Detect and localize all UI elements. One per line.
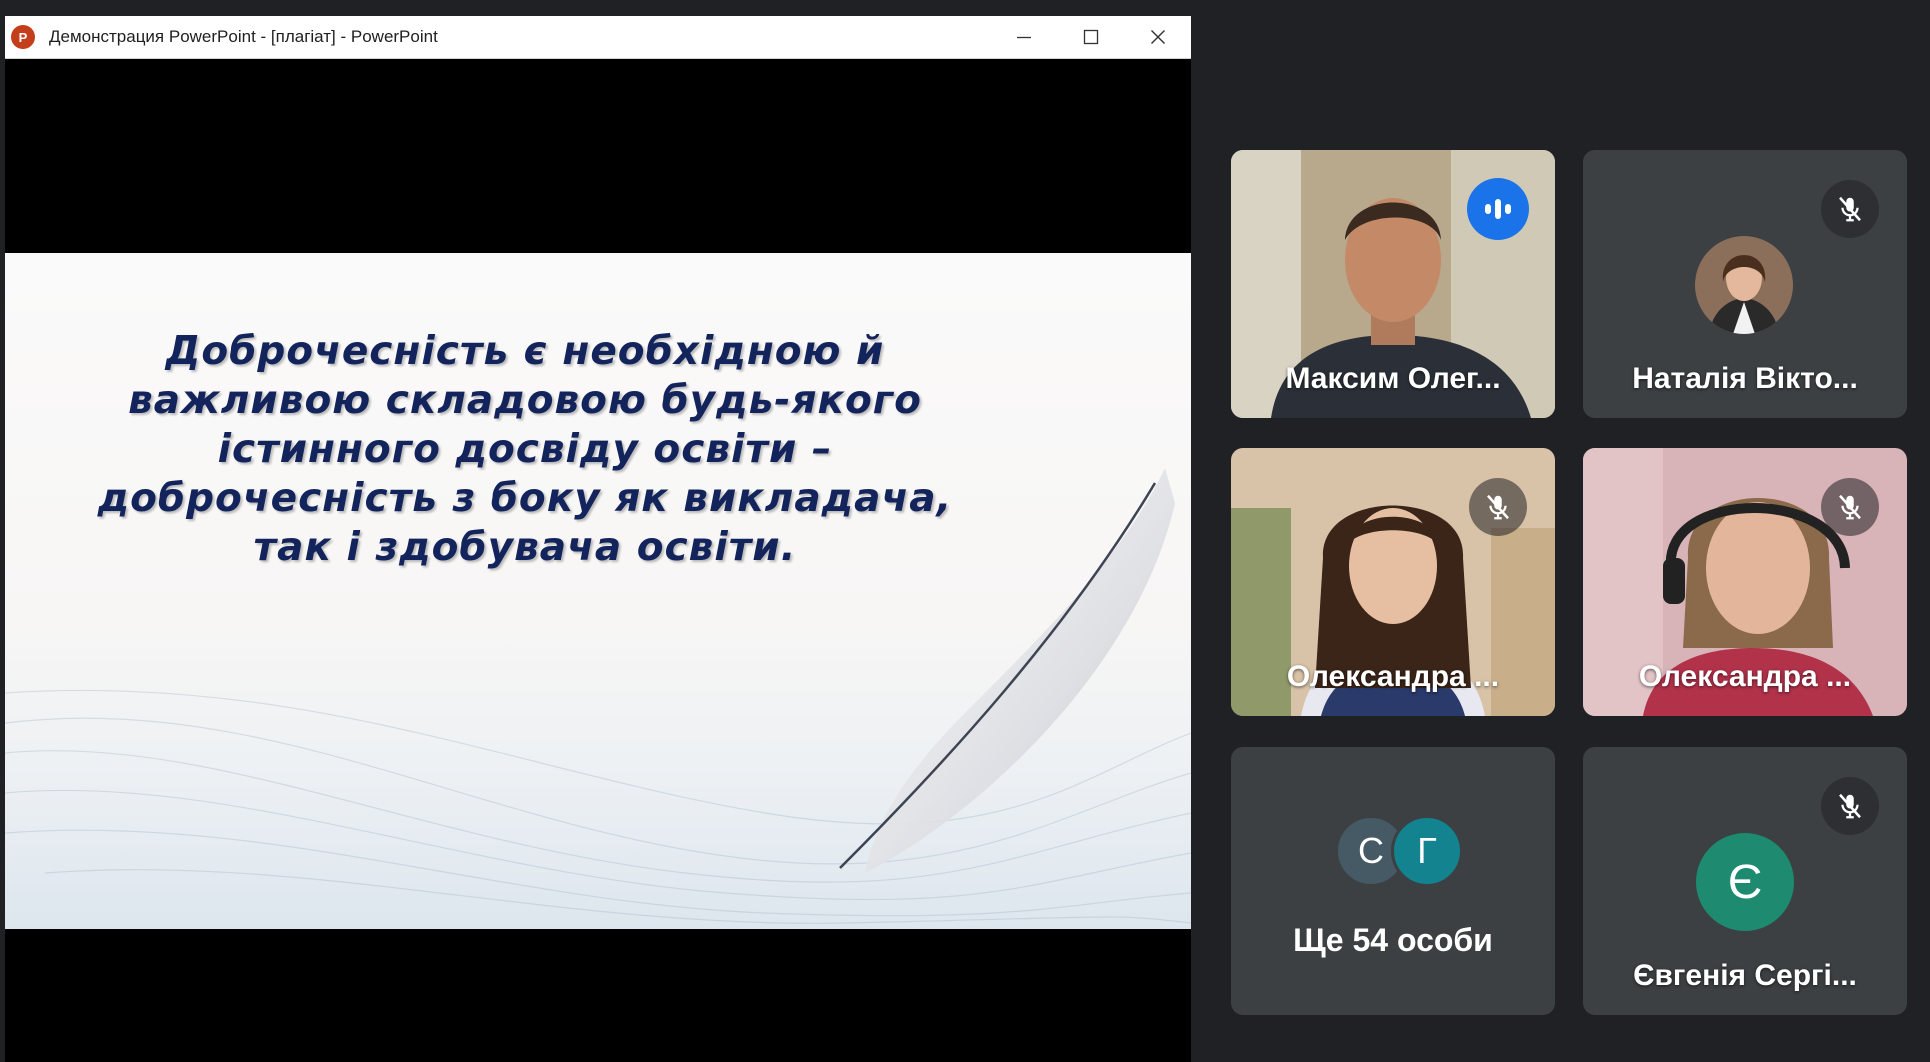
more-participants-tile[interactable]: С Г Ще 54 особи bbox=[1231, 747, 1555, 1015]
close-button[interactable] bbox=[1124, 16, 1191, 58]
avatar-letter: Г bbox=[1417, 830, 1437, 871]
powerpoint-slideshow-window: P Демонстрация PowerPoint - [плагіат] - … bbox=[5, 16, 1191, 1062]
participant-tile-oleksandra-1[interactable]: Олександра ... bbox=[1231, 448, 1555, 716]
avatar-letter: Є bbox=[1727, 855, 1763, 909]
more-participants-label: Ще 54 особи bbox=[1293, 922, 1493, 958]
participant-tile-oleksandra-2[interactable]: Олександра ... bbox=[1583, 448, 1907, 716]
maximize-button[interactable] bbox=[1057, 16, 1124, 58]
avatar bbox=[1695, 236, 1793, 334]
audio-level-icon bbox=[1485, 199, 1511, 219]
mic-off-icon bbox=[1839, 196, 1861, 222]
app-icon-letter: P bbox=[18, 29, 28, 45]
presentation-slide: Доброчесність є необхідною й важливою ск… bbox=[5, 253, 1191, 929]
minimize-button[interactable] bbox=[990, 16, 1057, 58]
participant-name: Наталія Вікто... bbox=[1632, 362, 1858, 395]
maximize-icon bbox=[1083, 29, 1098, 45]
mic-off-icon bbox=[1839, 494, 1861, 520]
powerpoint-app-icon: P bbox=[11, 25, 39, 49]
slide-quote-text: Доброчесність є необхідною й важливою ск… bbox=[97, 329, 953, 570]
window-controls bbox=[990, 16, 1191, 58]
avatar: Є bbox=[1696, 833, 1794, 931]
participant-tile-natalia[interactable]: Наталія Вікто... bbox=[1583, 150, 1907, 418]
avatar: Г bbox=[1391, 815, 1463, 887]
speaking-indicator bbox=[1467, 178, 1529, 240]
muted-indicator bbox=[1821, 180, 1879, 238]
participant-tile-maksym[interactable]: Максим Олег... bbox=[1231, 150, 1555, 418]
avatar-letter: С bbox=[1358, 830, 1384, 871]
muted-indicator bbox=[1469, 478, 1527, 536]
mic-off-icon bbox=[1487, 494, 1509, 520]
participant-tile-yevheniia[interactable]: Є Євгенія Сергі... bbox=[1583, 747, 1907, 1015]
close-icon bbox=[1150, 30, 1165, 44]
muted-indicator bbox=[1821, 478, 1879, 536]
participant-name: Олександра ... bbox=[1638, 660, 1852, 693]
mic-off-icon bbox=[1839, 793, 1861, 819]
muted-indicator bbox=[1821, 777, 1879, 835]
participant-name: Олександра ... bbox=[1286, 660, 1500, 693]
participant-name: Максим Олег... bbox=[1285, 362, 1501, 395]
minimize-icon bbox=[1016, 36, 1031, 39]
participant-name: Євгенія Сергі... bbox=[1633, 959, 1857, 992]
window-title: Демонстрация PowerPoint - [плагіат] - Po… bbox=[49, 27, 438, 46]
window-titlebar[interactable]: P Демонстрация PowerPoint - [плагіат] - … bbox=[5, 16, 1191, 59]
